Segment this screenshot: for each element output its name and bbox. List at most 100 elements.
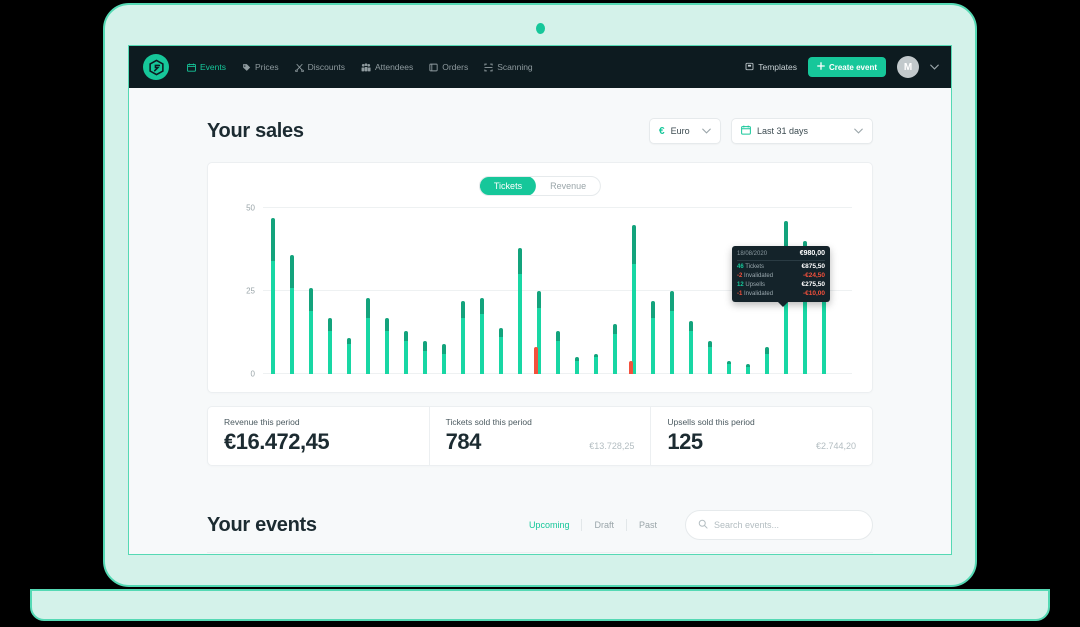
bar-stack	[423, 208, 427, 374]
nav-item-discounts[interactable]: Discounts	[295, 62, 345, 72]
stat-card-revenue: Revenue this period €16.472,45	[208, 407, 429, 465]
nav-item-events[interactable]: Events	[187, 62, 226, 72]
bar-segment-tickets	[461, 318, 465, 374]
tooltip-row-amount: €875,50	[802, 263, 826, 270]
chart-bar[interactable]	[548, 208, 567, 374]
nav-item-label: Orders	[442, 62, 468, 72]
create-event-button[interactable]: Create event	[808, 57, 886, 77]
nav-item-orders[interactable]: Orders	[429, 62, 468, 72]
calendar-icon	[741, 125, 751, 137]
bar-segment-upsells	[708, 341, 712, 348]
page-content: Your sales € Euro Last 31 days	[129, 88, 951, 555]
event-tab-draft[interactable]: Draft	[582, 520, 626, 530]
chart-bar[interactable]	[491, 208, 510, 374]
chart-bar[interactable]	[624, 208, 643, 374]
search-box[interactable]	[685, 510, 873, 540]
chart-bar[interactable]	[320, 208, 339, 374]
templates-label: Templates	[758, 62, 797, 72]
stat-card-upsells: Upsells sold this period 125 €2.744,20	[650, 407, 872, 465]
bar-segment-tickets	[822, 301, 826, 374]
nav-item-attendees[interactable]: Attendees	[361, 62, 413, 72]
bar-segment-tickets	[328, 331, 332, 374]
bar-segment-tickets	[632, 264, 636, 374]
chart-bar[interactable]	[529, 208, 548, 374]
webcam-dot	[536, 23, 545, 34]
tooltip-row-qty: -1	[737, 291, 742, 297]
bar-stack	[708, 208, 712, 374]
nav-item-label: Discounts	[308, 62, 345, 72]
chart-metric-toggle: Tickets Revenue	[479, 176, 601, 196]
bar-segment-tickets	[670, 311, 674, 374]
chart-bar[interactable]	[472, 208, 491, 374]
chart-bar[interactable]	[434, 208, 453, 374]
bar-segment-tickets	[385, 331, 389, 374]
bar-segment-tickets	[271, 261, 275, 374]
bar-segment-upsells	[689, 321, 693, 331]
bar-stack	[727, 208, 731, 374]
bar-segment-tickets	[499, 337, 503, 374]
tooltip-rows: 46 Tickets€875,50-2 Invalidated-€24,5012…	[737, 261, 825, 297]
chart-bar[interactable]	[301, 208, 320, 374]
bar-segment-upsells	[423, 341, 427, 351]
search-input[interactable]	[714, 520, 860, 530]
chart-bar[interactable]	[263, 208, 282, 374]
search-icon	[698, 516, 708, 534]
template-icon	[745, 62, 754, 73]
chevron-down-icon	[848, 127, 863, 136]
bar-segment-upsells	[670, 291, 674, 311]
bar-segment-tickets	[309, 311, 313, 374]
plus-icon	[817, 62, 825, 72]
chart-bar[interactable]	[358, 208, 377, 374]
toggle-tickets[interactable]: Tickets	[480, 176, 536, 196]
bar-segment-upsells	[499, 328, 503, 338]
chart-bar[interactable]	[510, 208, 529, 374]
user-avatar[interactable]: M	[897, 56, 919, 78]
chart-bar[interactable]	[415, 208, 434, 374]
stats-row: Revenue this period €16.472,45 Tickets s…	[207, 406, 873, 466]
chart-bar[interactable]	[605, 208, 624, 374]
chart-bar[interactable]	[282, 208, 301, 374]
event-tab-upcoming[interactable]: Upcoming	[517, 520, 582, 530]
scan-icon	[484, 63, 493, 72]
templates-link[interactable]: Templates	[745, 62, 797, 73]
chart-bar[interactable]	[453, 208, 472, 374]
bar-segment-tickets	[613, 334, 617, 374]
bar-segment-upsells	[556, 331, 560, 341]
event-tab-past[interactable]: Past	[627, 520, 669, 530]
chart-bar[interactable]	[681, 208, 700, 374]
stat-card-tickets: Tickets sold this period 784 €13.728,25	[429, 407, 651, 465]
chart-bar[interactable]	[662, 208, 681, 374]
tooltip-row-qty: -2	[737, 273, 742, 279]
euro-icon: €	[659, 126, 665, 137]
chart-bar[interactable]	[643, 208, 662, 374]
currency-dropdown[interactable]: € Euro	[649, 118, 721, 144]
bar-segment-upsells	[271, 218, 275, 261]
chart-bar[interactable]	[700, 208, 719, 374]
chart-bar[interactable]	[833, 208, 852, 374]
chart-bar[interactable]	[567, 208, 586, 374]
stat-sub: €13.728,25	[589, 441, 634, 451]
date-range-dropdown[interactable]: Last 31 days	[731, 118, 873, 144]
bar-stack	[651, 208, 655, 374]
calendar-icon	[187, 63, 196, 72]
chart-bar[interactable]	[377, 208, 396, 374]
tooltip-row-amount: -€10,00	[803, 290, 825, 297]
chevron-down-icon	[696, 127, 711, 136]
bar-segment-tickets	[746, 367, 750, 374]
app-logo-icon[interactable]	[143, 54, 169, 80]
chart-bar[interactable]	[396, 208, 415, 374]
tooltip-row: -1 Invalidated-€10,00	[737, 288, 825, 297]
tooltip-row-qty: 46	[737, 264, 744, 270]
navbar-right-group: Templates Create event M	[745, 56, 939, 78]
bar-segment-upsells	[442, 344, 446, 354]
people-icon	[361, 63, 371, 72]
chart-bar[interactable]	[339, 208, 358, 374]
toggle-revenue[interactable]: Revenue	[536, 176, 600, 196]
chevron-down-icon[interactable]	[930, 62, 939, 72]
bar-stack	[632, 208, 636, 374]
tag-icon	[242, 63, 251, 72]
bar-stack	[271, 208, 275, 374]
nav-item-scanning[interactable]: Scanning	[484, 62, 532, 72]
chart-bar[interactable]	[586, 208, 605, 374]
nav-item-prices[interactable]: Prices	[242, 62, 279, 72]
